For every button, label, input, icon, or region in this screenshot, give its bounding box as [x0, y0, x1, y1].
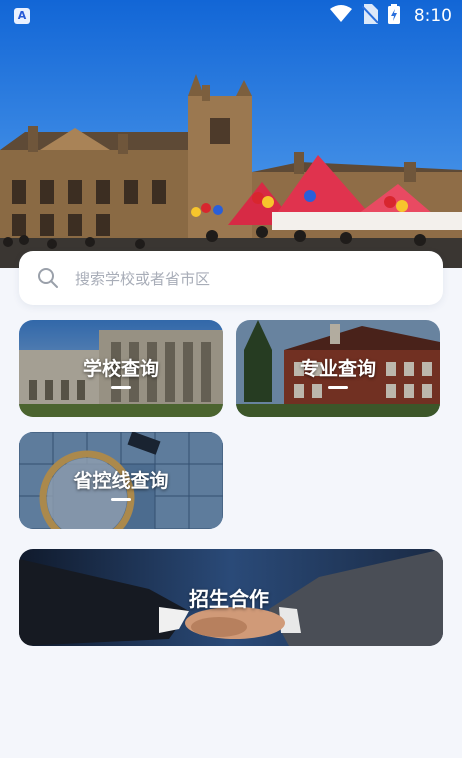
admission-cooperation-label: 招生合作: [189, 587, 269, 611]
search-icon: [37, 267, 59, 293]
status-bar: A 8:10: [0, 0, 462, 32]
card-underline: [111, 386, 131, 389]
school-search-label: 学校查询: [82, 358, 159, 380]
card-underline: [328, 386, 348, 389]
major-search-label: 专业查询: [299, 358, 376, 380]
province-line-search-card[interactable]: 省控线查询: [19, 432, 223, 529]
admission-cooperation-banner[interactable]: 招生合作: [19, 549, 443, 646]
search-bar[interactable]: [19, 251, 443, 307]
app-notification-icon: A: [14, 8, 30, 24]
status-clock: 8:10: [413, 6, 452, 26]
hero-image: [0, 0, 462, 268]
battery-charging-icon: [387, 4, 400, 28]
major-search-card[interactable]: 专业查询: [236, 320, 440, 417]
card-underline: [111, 498, 131, 501]
province-line-search-label: 省控线查询: [73, 470, 169, 492]
search-input[interactable]: [73, 251, 427, 307]
wifi-icon: [329, 5, 352, 27]
school-search-card[interactable]: 学校查询: [19, 320, 223, 417]
no-sim-icon: [361, 4, 379, 28]
